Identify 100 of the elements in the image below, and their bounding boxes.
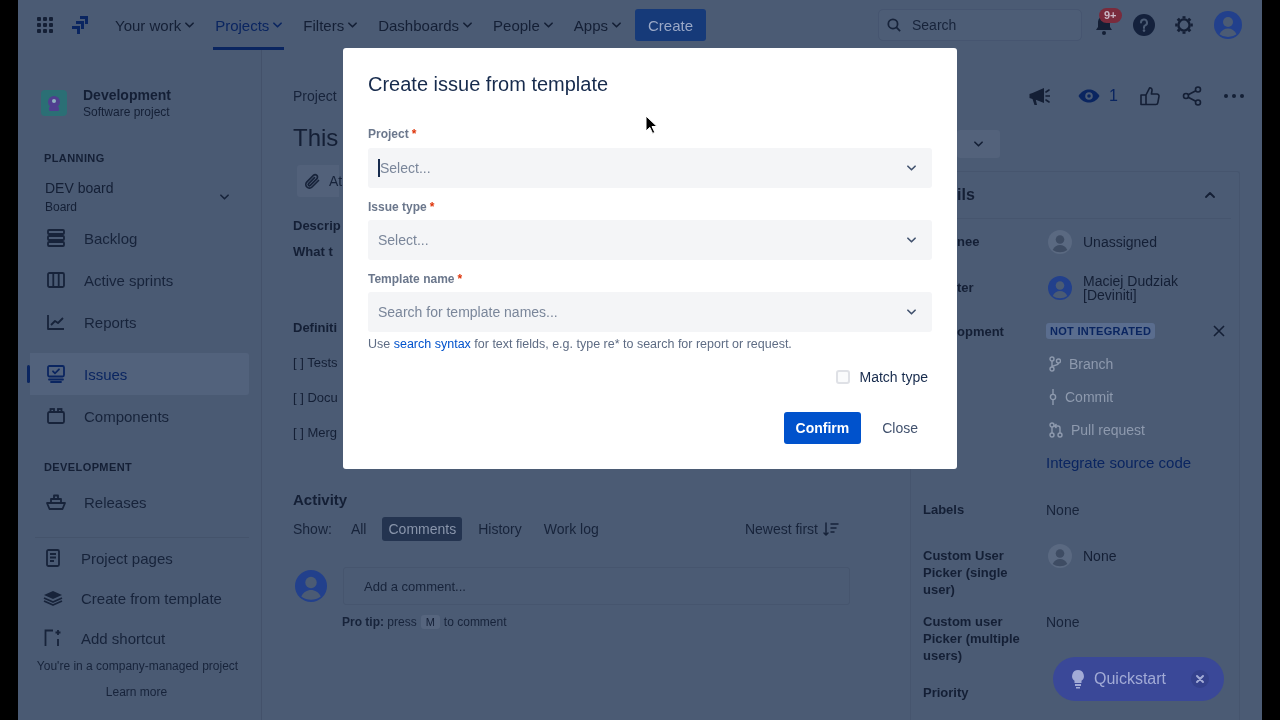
activity-filter-tab[interactable]: All [344, 517, 373, 541]
sidebar-item[interactable]: Reports [27, 301, 249, 343]
pull-request-icon [1049, 422, 1063, 438]
field-label: Project * [368, 126, 417, 142]
sidebar-item[interactable]: Components [27, 395, 249, 437]
document-icon [46, 549, 60, 567]
learn-more-link[interactable]: Learn more [105, 685, 168, 699]
shortcut-item[interactable]: Add shortcut [27, 618, 249, 658]
watch-button[interactable]: 1 [1078, 87, 1118, 105]
status-lozenge: NOT INTEGRATED [1046, 323, 1156, 339]
sidebar-item[interactable]: Backlog [27, 217, 249, 259]
field-label: Template name * [368, 271, 463, 287]
user-name: Unassigned [1083, 235, 1157, 249]
chevron-down-icon [543, 22, 553, 28]
sidebar-item[interactable]: Releases [27, 481, 249, 523]
chevron-down-icon [348, 22, 358, 28]
activity-heading: Activity [293, 492, 348, 508]
branch-icon [1049, 356, 1061, 372]
status-dropdown[interactable] [957, 130, 1000, 158]
chevron-down-icon [907, 165, 916, 171]
board-name[interactable]: DEV board [45, 179, 114, 197]
dialog-title: Create issue from template [368, 72, 609, 96]
nav-menu-item[interactable]: Apps [571, 0, 623, 50]
activity-filter-tab[interactable]: History [472, 517, 528, 541]
chevron-down-icon [974, 141, 983, 147]
close-icon[interactable] [1191, 670, 1209, 688]
user-avatar-icon [1048, 230, 1072, 254]
logo-icon[interactable] [72, 16, 88, 34]
sort-button[interactable]: Newest first [744, 521, 839, 537]
component-box-icon [47, 408, 65, 424]
breadcrumb-link[interactable]: Project [293, 88, 337, 104]
chevron-up-icon[interactable] [1205, 192, 1215, 198]
nav-menu-item[interactable]: Filters [301, 0, 360, 50]
field-label: Custom User Picker (single user) [923, 547, 1009, 598]
chevron-down-icon[interactable] [220, 194, 229, 200]
chevron-down-icon [612, 22, 621, 28]
eye-icon [1078, 89, 1101, 103]
project-type: Software project [83, 104, 170, 120]
settings-icon[interactable] [1174, 15, 1194, 35]
backlog-icon [47, 229, 65, 247]
confirm-button[interactable]: Confirm [783, 412, 862, 444]
apps-grid-icon[interactable] [37, 17, 53, 33]
board-type: Board [45, 199, 78, 215]
search-field[interactable]: Search [878, 9, 1082, 41]
nav-menu-item[interactable]: People [491, 0, 555, 50]
megaphone-icon[interactable] [1028, 86, 1051, 106]
thumbs-up-icon[interactable] [1140, 86, 1160, 106]
help-icon[interactable] [1133, 14, 1155, 36]
integrate-link[interactable]: Integrate source code [1046, 455, 1192, 471]
section-heading: PLANNING [44, 152, 105, 164]
select-field[interactable]: Select... [368, 148, 932, 188]
sidebar-item[interactable]: Issues [27, 353, 249, 395]
field-label: Issue type * [368, 199, 435, 215]
quickstart-button[interactable]: Quickstart [1053, 657, 1224, 701]
nav-menu-item[interactable]: Projects [213, 0, 285, 50]
checkbox[interactable] [835, 370, 850, 384]
nav-menu-item[interactable]: Your work [113, 0, 197, 50]
board-columns-icon [47, 272, 65, 288]
project-avatar-icon [41, 90, 67, 116]
chevron-down-icon [463, 22, 473, 28]
field-label: nee [957, 233, 980, 250]
keyboard-key: M [420, 615, 440, 629]
show-label: Show: [293, 521, 332, 537]
close-icon[interactable] [1213, 325, 1225, 337]
checklist-item: [ ] Merg [293, 425, 338, 441]
user-name: None [1083, 549, 1117, 563]
shortcut-item[interactable]: Project pages [27, 538, 249, 578]
issue-title: This [293, 123, 339, 153]
user-avatar-icon [1048, 276, 1072, 300]
chevron-down-icon [907, 309, 916, 315]
checkbox-label[interactable]: Match type [859, 369, 928, 385]
field-label: Priority [923, 684, 969, 701]
ship-icon [46, 494, 66, 510]
activity-filter-tab[interactable]: Work log [537, 517, 605, 541]
comment-field[interactable]: Add a comment... [343, 567, 850, 605]
sidebar-item[interactable]: Active sprints [27, 259, 249, 301]
avatar-icon[interactable] [1214, 11, 1242, 39]
chevron-down-icon [907, 237, 916, 243]
monitor-check-icon [47, 365, 65, 383]
close-button[interactable]: Close [870, 412, 930, 444]
chevron-down-icon [273, 22, 283, 28]
user-avatar-icon [1048, 544, 1072, 568]
search-syntax-link[interactable]: search syntax [393, 337, 471, 351]
field-value: None [1046, 502, 1080, 518]
section-heading: Definiti [293, 320, 338, 336]
commit-icon [1049, 389, 1057, 405]
shortcut-item[interactable]: Create from template [27, 578, 249, 618]
nav-menu-item[interactable]: Dashboards [376, 0, 475, 50]
select-field[interactable]: Search for template names... [368, 292, 932, 332]
activity-filter-tab[interactable]: Comments [382, 517, 463, 541]
more-icon[interactable] [1224, 94, 1244, 98]
select-field[interactable]: Select... [368, 220, 932, 260]
user-name: Maciej Dudziak [Deviniti] [1083, 274, 1179, 302]
create-button[interactable]: Create [635, 9, 707, 41]
field-value: None [1046, 614, 1080, 630]
share-icon[interactable] [1182, 86, 1202, 106]
pro-tip-text: to comment [443, 615, 507, 629]
section-heading: Descrip [293, 218, 341, 234]
paperclip-icon [303, 172, 321, 190]
layers-icon [43, 590, 63, 606]
